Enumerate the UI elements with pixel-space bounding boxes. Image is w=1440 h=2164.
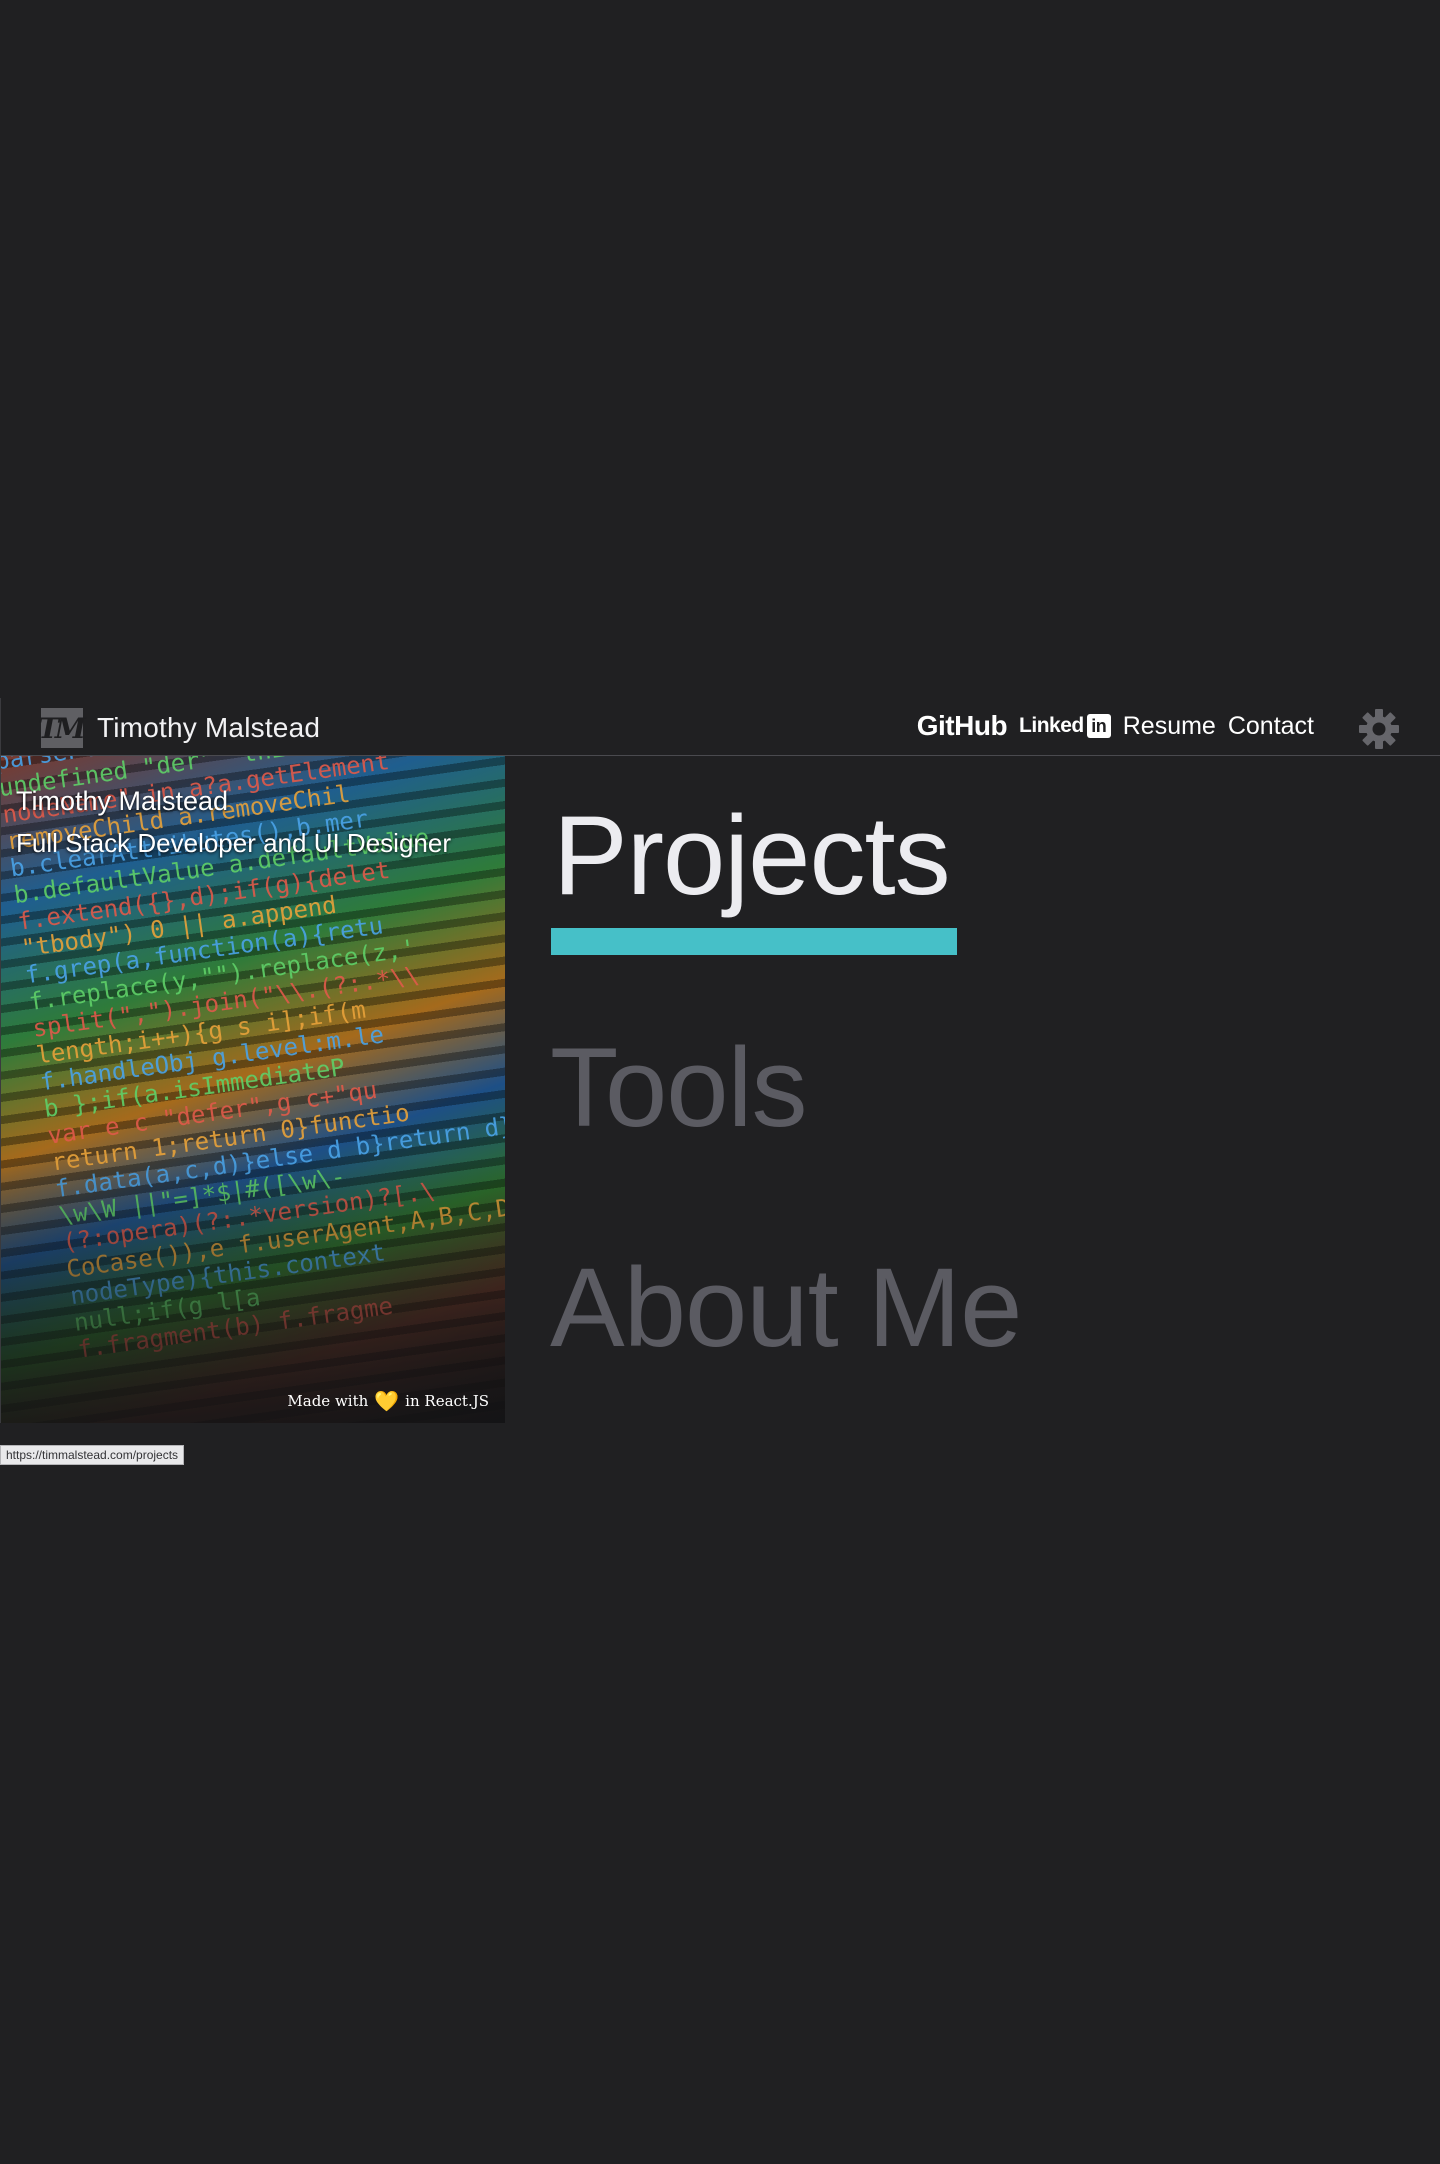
made-with-prefix: Made with — [287, 1392, 369, 1410]
top-nav-bar: TM Timothy Malstead GitHub Linked in Res… — [0, 698, 1440, 756]
nav-github-link[interactable]: GitHub — [917, 710, 1008, 742]
linkedin-icon: in — [1086, 714, 1111, 738]
made-with-footer: Made with 💛 in React.JS — [287, 1389, 489, 1413]
menu-about-link[interactable]: About Me — [550, 1252, 1022, 1364]
hero-subtitle: Full Stack Developer and UI Designer — [16, 828, 451, 858]
status-bar-url: https://timmalstead.com/projects — [0, 1445, 185, 1465]
linkedin-text: Linked — [1019, 714, 1084, 737]
nav-linkedin-link[interactable]: Linked in — [1019, 714, 1111, 738]
brand-name: Timothy Malstead — [97, 712, 321, 743]
nav-resume-link[interactable]: Resume — [1123, 712, 1216, 741]
menu-projects-link[interactable]: Projects — [553, 800, 951, 912]
page: TM Timothy Malstead GitHub Linked in Res… — [0, 0, 1440, 2164]
active-underline — [551, 928, 957, 955]
tm-logo-icon: TM — [38, 708, 86, 748]
nav-contact-link[interactable]: Contact — [1228, 712, 1314, 741]
brand-home-link[interactable]: TM Timothy Malstead — [38, 708, 321, 748]
hero-image-panel: ), (h h.substr(1) || "pes.unshif parseFl… — [0, 756, 505, 1423]
menu-tools-link[interactable]: Tools — [550, 1032, 807, 1144]
heart-icon: 💛 — [374, 1389, 400, 1413]
hero-title: Timothy Malstead — [16, 786, 229, 816]
made-with-suffix: in React.JS — [405, 1392, 489, 1410]
nav-links: GitHub Linked in Resume Contact — [917, 706, 1314, 746]
gear-icon[interactable] — [1358, 708, 1400, 750]
